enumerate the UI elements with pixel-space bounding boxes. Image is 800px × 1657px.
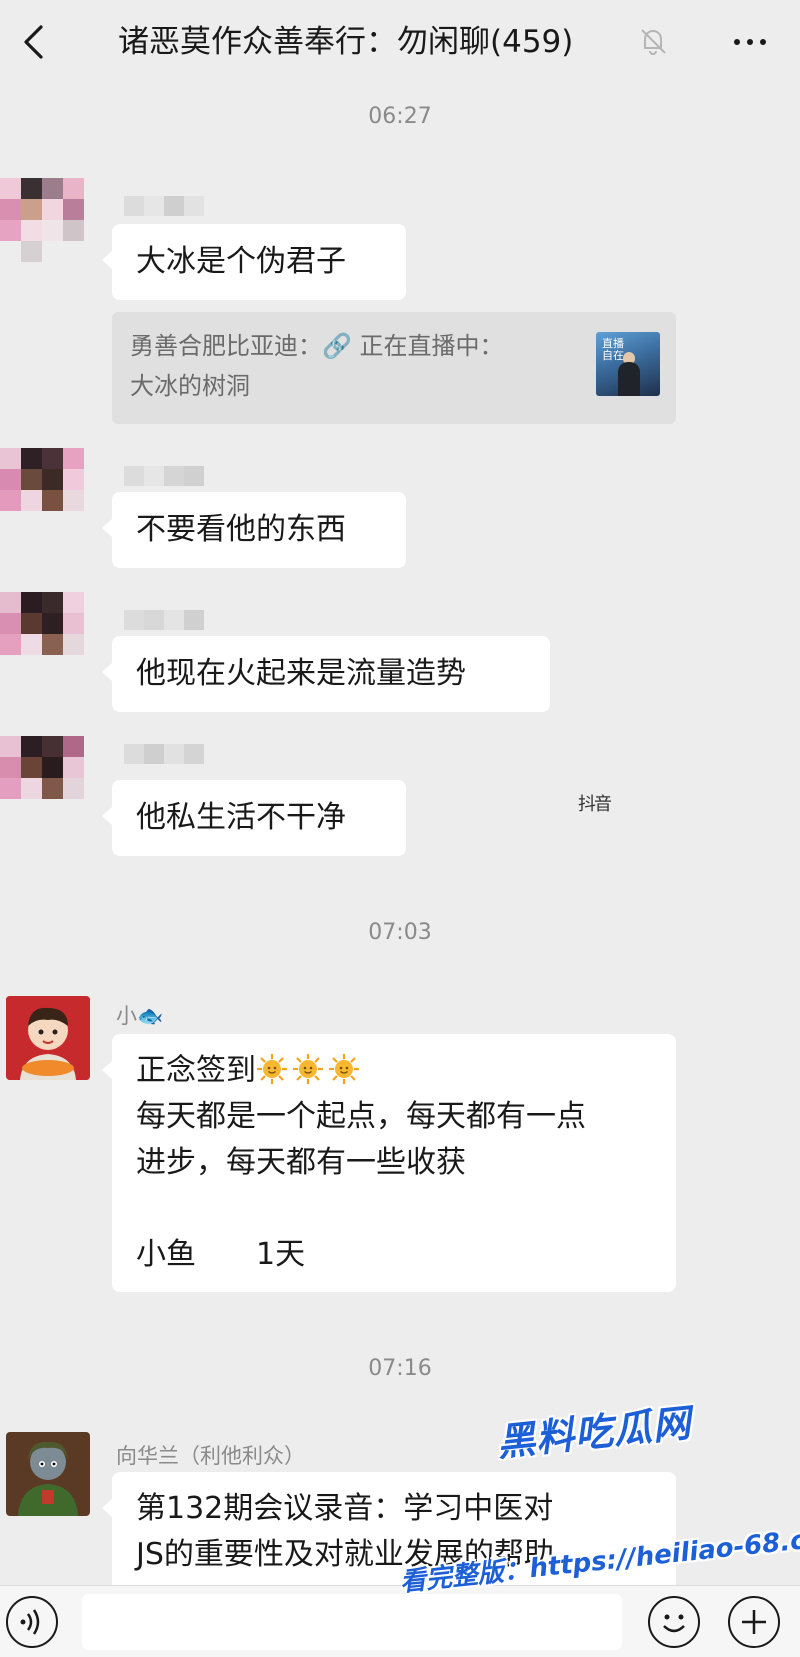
sun-emoji-icon: [329, 1054, 359, 1084]
back-button[interactable]: [12, 20, 56, 64]
watermark-brand: 黑料吃瓜网: [494, 1400, 694, 1465]
sender-name: 向华兰（利他利众）: [116, 1444, 305, 1468]
stamp-text: 抖音: [578, 794, 612, 815]
message-input[interactable]: [82, 1594, 622, 1650]
message-line-5: 小鱼 1天: [136, 1237, 306, 1272]
chat-input-bar: [0, 1585, 800, 1657]
avatar[interactable]: [6, 996, 90, 1080]
voice-button[interactable]: [6, 1596, 58, 1648]
chevron-left-icon: [24, 25, 43, 59]
quote-line-2: 大冰的树洞: [130, 372, 250, 400]
chat-title: 诸恶莫作众善奉行：勿闲聊(459): [118, 24, 574, 60]
checkin-message-bubble[interactable]: 正念签到 每天都是一个起点，每天都有一点 进步，每天都有一些收获 小鱼 1天: [102, 1034, 676, 1292]
avatar[interactable]: [0, 736, 84, 820]
sender-name-redacted: [124, 744, 204, 772]
smiley-icon: [663, 1614, 685, 1633]
message-bubble[interactable]: 他现在火起来是流量造势: [102, 636, 550, 712]
message-bubble[interactable]: 不要看他的东西: [102, 492, 406, 568]
emoji-button[interactable]: [648, 1596, 700, 1648]
avatar[interactable]: [0, 592, 84, 676]
cartoon-boy-avatar: [6, 996, 90, 1080]
message-line-4: [136, 1186, 652, 1232]
sender-name-redacted: [124, 196, 204, 224]
message-bubble[interactable]: 大冰是个伪君子: [102, 224, 406, 300]
chat-header: 诸恶莫作众善奉行：勿闲聊(459): [0, 0, 800, 90]
message-bubble[interactable]: 他私生活不干净: [102, 780, 406, 856]
plus-button[interactable]: [728, 1596, 780, 1648]
more-button[interactable]: [720, 22, 780, 62]
avatar[interactable]: [0, 178, 84, 262]
sender-name-redacted: [124, 610, 204, 638]
message-line-3: 进步，每天都有一些收获: [136, 1145, 466, 1180]
avatar[interactable]: [0, 448, 84, 532]
avatar[interactable]: [6, 1432, 90, 1516]
bell-muted-icon: [641, 29, 666, 55]
message-line-2: 每天都是一个起点，每天都有一点: [136, 1099, 586, 1134]
live-thumbnail: 直播 自在: [596, 332, 660, 396]
sender-name: 小🐟: [116, 1004, 164, 1028]
message-line-1: 正念签到: [136, 1048, 652, 1094]
ellipsis-icon: [734, 39, 740, 45]
cartoon-character-avatar: [6, 1432, 90, 1516]
sun-emoji-icon: [293, 1054, 323, 1084]
timestamp: 06:27: [368, 104, 432, 129]
plus-circle-icon: [742, 1610, 766, 1634]
voice-icon: [20, 1609, 40, 1635]
quoted-live-share[interactable]: 勇善合肥比亚迪：🔗 正在直播中： 大冰的树洞 直播 自在: [112, 312, 676, 424]
sender-name-redacted: [124, 466, 204, 494]
quote-line-1: 勇善合肥比亚迪：🔗 正在直播中：: [130, 332, 504, 360]
message-line-1: 第132期会议录音：学习中医对: [136, 1491, 554, 1526]
sun-emoji-icon: [257, 1054, 287, 1084]
timestamp: 07:03: [368, 920, 432, 945]
timestamp: 07:16: [368, 1356, 432, 1381]
